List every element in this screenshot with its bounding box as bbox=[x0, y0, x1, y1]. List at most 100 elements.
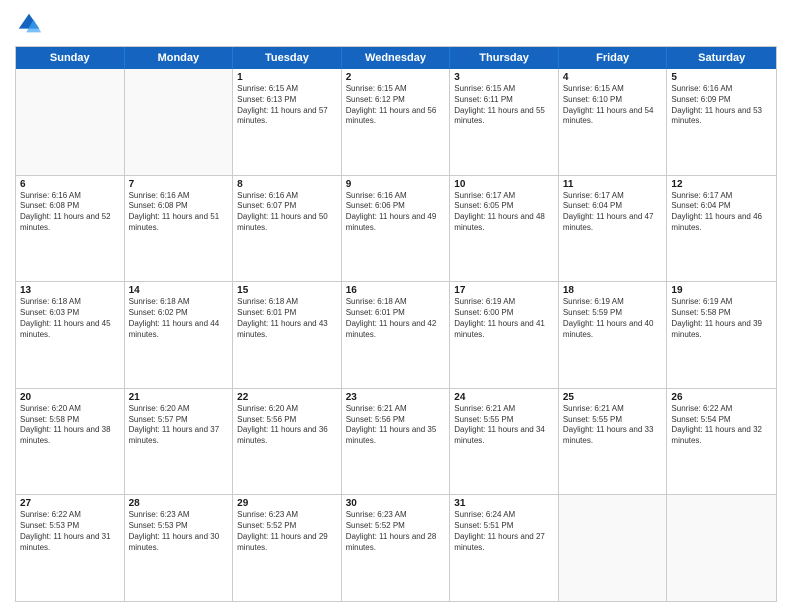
day-number: 18 bbox=[563, 285, 663, 296]
calendar-row: 6Sunrise: 6:16 AM Sunset: 6:08 PM Daylig… bbox=[16, 175, 776, 282]
cell-info: Sunrise: 6:16 AM Sunset: 6:09 PM Dayligh… bbox=[671, 84, 772, 127]
cell-info: Sunrise: 6:18 AM Sunset: 6:03 PM Dayligh… bbox=[20, 297, 120, 340]
table-row: 21Sunrise: 6:20 AM Sunset: 5:57 PM Dayli… bbox=[125, 389, 234, 495]
logo-icon bbox=[15, 10, 43, 38]
day-number: 6 bbox=[20, 179, 120, 190]
cell-info: Sunrise: 6:21 AM Sunset: 5:55 PM Dayligh… bbox=[454, 404, 554, 447]
table-row: 2Sunrise: 6:15 AM Sunset: 6:12 PM Daylig… bbox=[342, 69, 451, 175]
table-row: 17Sunrise: 6:19 AM Sunset: 6:00 PM Dayli… bbox=[450, 282, 559, 388]
day-header-monday: Monday bbox=[125, 47, 234, 69]
day-number: 14 bbox=[129, 285, 229, 296]
day-header-sunday: Sunday bbox=[16, 47, 125, 69]
cell-info: Sunrise: 6:23 AM Sunset: 5:53 PM Dayligh… bbox=[129, 510, 229, 553]
day-number: 9 bbox=[346, 179, 446, 190]
day-number: 3 bbox=[454, 72, 554, 83]
table-row: 6Sunrise: 6:16 AM Sunset: 6:08 PM Daylig… bbox=[16, 176, 125, 282]
cell-info: Sunrise: 6:16 AM Sunset: 6:08 PM Dayligh… bbox=[129, 191, 229, 234]
cell-info: Sunrise: 6:20 AM Sunset: 5:57 PM Dayligh… bbox=[129, 404, 229, 447]
day-number: 22 bbox=[237, 392, 337, 403]
day-header-saturday: Saturday bbox=[667, 47, 776, 69]
cell-info: Sunrise: 6:15 AM Sunset: 6:10 PM Dayligh… bbox=[563, 84, 663, 127]
table-row bbox=[559, 495, 668, 601]
day-number: 11 bbox=[563, 179, 663, 190]
day-number: 17 bbox=[454, 285, 554, 296]
table-row: 3Sunrise: 6:15 AM Sunset: 6:11 PM Daylig… bbox=[450, 69, 559, 175]
table-row: 4Sunrise: 6:15 AM Sunset: 6:10 PM Daylig… bbox=[559, 69, 668, 175]
day-number: 7 bbox=[129, 179, 229, 190]
calendar-header: SundayMondayTuesdayWednesdayThursdayFrid… bbox=[16, 47, 776, 69]
logo bbox=[15, 10, 47, 38]
table-row bbox=[667, 495, 776, 601]
cell-info: Sunrise: 6:23 AM Sunset: 5:52 PM Dayligh… bbox=[237, 510, 337, 553]
table-row: 14Sunrise: 6:18 AM Sunset: 6:02 PM Dayli… bbox=[125, 282, 234, 388]
table-row: 22Sunrise: 6:20 AM Sunset: 5:56 PM Dayli… bbox=[233, 389, 342, 495]
table-row: 5Sunrise: 6:16 AM Sunset: 6:09 PM Daylig… bbox=[667, 69, 776, 175]
table-row: 10Sunrise: 6:17 AM Sunset: 6:05 PM Dayli… bbox=[450, 176, 559, 282]
table-row: 23Sunrise: 6:21 AM Sunset: 5:56 PM Dayli… bbox=[342, 389, 451, 495]
calendar: SundayMondayTuesdayWednesdayThursdayFrid… bbox=[15, 46, 777, 602]
cell-info: Sunrise: 6:20 AM Sunset: 5:58 PM Dayligh… bbox=[20, 404, 120, 447]
table-row: 8Sunrise: 6:16 AM Sunset: 6:07 PM Daylig… bbox=[233, 176, 342, 282]
table-row: 31Sunrise: 6:24 AM Sunset: 5:51 PM Dayli… bbox=[450, 495, 559, 601]
day-number: 15 bbox=[237, 285, 337, 296]
day-number: 31 bbox=[454, 498, 554, 509]
day-number: 26 bbox=[671, 392, 772, 403]
cell-info: Sunrise: 6:17 AM Sunset: 6:04 PM Dayligh… bbox=[563, 191, 663, 234]
calendar-page: SundayMondayTuesdayWednesdayThursdayFrid… bbox=[0, 0, 792, 612]
table-row bbox=[125, 69, 234, 175]
day-number: 23 bbox=[346, 392, 446, 403]
calendar-row: 13Sunrise: 6:18 AM Sunset: 6:03 PM Dayli… bbox=[16, 281, 776, 388]
table-row: 15Sunrise: 6:18 AM Sunset: 6:01 PM Dayli… bbox=[233, 282, 342, 388]
cell-info: Sunrise: 6:18 AM Sunset: 6:01 PM Dayligh… bbox=[237, 297, 337, 340]
cell-info: Sunrise: 6:16 AM Sunset: 6:06 PM Dayligh… bbox=[346, 191, 446, 234]
cell-info: Sunrise: 6:15 AM Sunset: 6:11 PM Dayligh… bbox=[454, 84, 554, 127]
table-row: 25Sunrise: 6:21 AM Sunset: 5:55 PM Dayli… bbox=[559, 389, 668, 495]
cell-info: Sunrise: 6:16 AM Sunset: 6:08 PM Dayligh… bbox=[20, 191, 120, 234]
table-row: 28Sunrise: 6:23 AM Sunset: 5:53 PM Dayli… bbox=[125, 495, 234, 601]
day-number: 19 bbox=[671, 285, 772, 296]
table-row: 11Sunrise: 6:17 AM Sunset: 6:04 PM Dayli… bbox=[559, 176, 668, 282]
cell-info: Sunrise: 6:17 AM Sunset: 6:04 PM Dayligh… bbox=[671, 191, 772, 234]
day-number: 1 bbox=[237, 72, 337, 83]
table-row: 9Sunrise: 6:16 AM Sunset: 6:06 PM Daylig… bbox=[342, 176, 451, 282]
day-number: 27 bbox=[20, 498, 120, 509]
day-number: 20 bbox=[20, 392, 120, 403]
day-number: 16 bbox=[346, 285, 446, 296]
cell-info: Sunrise: 6:19 AM Sunset: 5:58 PM Dayligh… bbox=[671, 297, 772, 340]
calendar-row: 1Sunrise: 6:15 AM Sunset: 6:13 PM Daylig… bbox=[16, 69, 776, 175]
cell-info: Sunrise: 6:19 AM Sunset: 5:59 PM Dayligh… bbox=[563, 297, 663, 340]
table-row: 19Sunrise: 6:19 AM Sunset: 5:58 PM Dayli… bbox=[667, 282, 776, 388]
cell-info: Sunrise: 6:18 AM Sunset: 6:01 PM Dayligh… bbox=[346, 297, 446, 340]
table-row: 18Sunrise: 6:19 AM Sunset: 5:59 PM Dayli… bbox=[559, 282, 668, 388]
day-number: 29 bbox=[237, 498, 337, 509]
calendar-row: 20Sunrise: 6:20 AM Sunset: 5:58 PM Dayli… bbox=[16, 388, 776, 495]
table-row: 24Sunrise: 6:21 AM Sunset: 5:55 PM Dayli… bbox=[450, 389, 559, 495]
table-row: 16Sunrise: 6:18 AM Sunset: 6:01 PM Dayli… bbox=[342, 282, 451, 388]
cell-info: Sunrise: 6:22 AM Sunset: 5:53 PM Dayligh… bbox=[20, 510, 120, 553]
calendar-row: 27Sunrise: 6:22 AM Sunset: 5:53 PM Dayli… bbox=[16, 494, 776, 601]
day-number: 5 bbox=[671, 72, 772, 83]
table-row: 7Sunrise: 6:16 AM Sunset: 6:08 PM Daylig… bbox=[125, 176, 234, 282]
cell-info: Sunrise: 6:21 AM Sunset: 5:56 PM Dayligh… bbox=[346, 404, 446, 447]
day-number: 28 bbox=[129, 498, 229, 509]
table-row: 29Sunrise: 6:23 AM Sunset: 5:52 PM Dayli… bbox=[233, 495, 342, 601]
day-number: 8 bbox=[237, 179, 337, 190]
cell-info: Sunrise: 6:24 AM Sunset: 5:51 PM Dayligh… bbox=[454, 510, 554, 553]
cell-info: Sunrise: 6:19 AM Sunset: 6:00 PM Dayligh… bbox=[454, 297, 554, 340]
cell-info: Sunrise: 6:15 AM Sunset: 6:12 PM Dayligh… bbox=[346, 84, 446, 127]
table-row: 13Sunrise: 6:18 AM Sunset: 6:03 PM Dayli… bbox=[16, 282, 125, 388]
table-row: 12Sunrise: 6:17 AM Sunset: 6:04 PM Dayli… bbox=[667, 176, 776, 282]
day-number: 25 bbox=[563, 392, 663, 403]
day-header-friday: Friday bbox=[559, 47, 668, 69]
day-number: 2 bbox=[346, 72, 446, 83]
day-header-tuesday: Tuesday bbox=[233, 47, 342, 69]
day-number: 21 bbox=[129, 392, 229, 403]
table-row: 30Sunrise: 6:23 AM Sunset: 5:52 PM Dayli… bbox=[342, 495, 451, 601]
cell-info: Sunrise: 6:17 AM Sunset: 6:05 PM Dayligh… bbox=[454, 191, 554, 234]
day-header-thursday: Thursday bbox=[450, 47, 559, 69]
day-number: 10 bbox=[454, 179, 554, 190]
table-row: 1Sunrise: 6:15 AM Sunset: 6:13 PM Daylig… bbox=[233, 69, 342, 175]
day-number: 24 bbox=[454, 392, 554, 403]
cell-info: Sunrise: 6:23 AM Sunset: 5:52 PM Dayligh… bbox=[346, 510, 446, 553]
table-row bbox=[16, 69, 125, 175]
